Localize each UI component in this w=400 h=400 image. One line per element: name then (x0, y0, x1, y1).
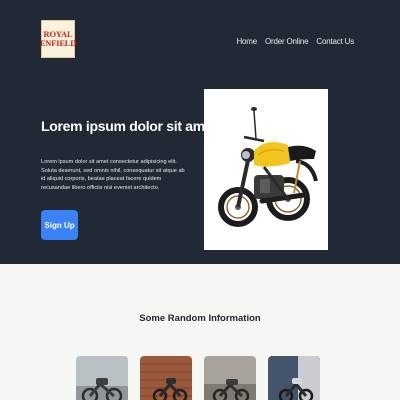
nav-link-order-online[interactable]: Order Online (265, 37, 309, 46)
motorcycle-photo-4 (268, 356, 320, 400)
sign-up-button[interactable]: Sign Up (41, 210, 78, 240)
motorcycle-photo-3 (204, 356, 256, 400)
info-card-image-4[interactable] (268, 356, 320, 400)
hero-description: Lorem ipsum dolor sit amet consectetur a… (41, 159, 185, 191)
nav-link-home[interactable]: Home (236, 37, 257, 46)
top-nav: Home Order Online Contact Us (236, 37, 354, 46)
yellow-motorcycle-illustration (204, 89, 328, 250)
hero-motorcycle-image (204, 89, 328, 250)
hero-section: ROYAL ENFIELD Home Order Online Contact … (0, 0, 400, 264)
motorcycle-photo-1 (76, 356, 128, 400)
motorcycle-photo-2 (140, 356, 192, 400)
page: ROYAL ENFIELD Home Order Online Contact … (0, 0, 400, 400)
info-card-image-1[interactable] (76, 356, 128, 400)
info-card-image-3[interactable] (204, 356, 256, 400)
info-card-image-2[interactable] (140, 356, 192, 400)
nav-link-contact-us[interactable]: Contact Us (316, 37, 354, 46)
logo-text-line2: ENFIELD (39, 38, 77, 48)
section-title: Some Random Information (139, 313, 261, 324)
hero-title: Lorem ipsum dolor sit amet. (41, 118, 221, 134)
royal-enfield-logo[interactable]: ROYAL ENFIELD (39, 20, 77, 58)
